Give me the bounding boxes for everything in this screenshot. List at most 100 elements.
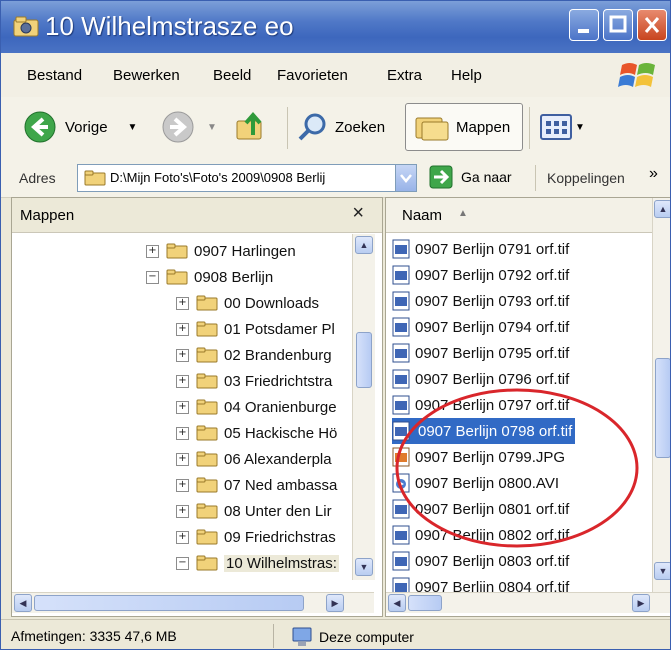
tree-item-label: 02 Brandenburg: [224, 346, 332, 364]
file-row[interactable]: 0907 Berlijn 0796 orf.tif: [392, 366, 569, 392]
links-toolbar[interactable]: Koppelingen: [547, 170, 625, 186]
tree-item[interactable]: +04 Oranienburge: [176, 394, 337, 420]
scroll-down-icon[interactable]: ▼: [355, 558, 373, 576]
folders-pane-title: Mappen: [20, 207, 75, 224]
expand-icon[interactable]: +: [176, 322, 189, 336]
scroll-left-icon[interactable]: ◀: [388, 594, 406, 612]
expand-icon[interactable]: +: [176, 452, 189, 466]
back-arrow-icon: [24, 111, 56, 143]
folder-icon: [196, 373, 218, 389]
maximize-button[interactable]: [603, 9, 633, 41]
tree-item[interactable]: +07 Ned ambassa: [176, 472, 337, 498]
file-row[interactable]: 0907 Berlijn 0797 orf.tif: [392, 392, 569, 418]
file-row[interactable]: 0907 Berlijn 0792 orf.tif: [392, 262, 569, 288]
tree-item[interactable]: − 0908 Berlijn: [146, 264, 273, 290]
collapse-icon[interactable]: −: [146, 270, 159, 284]
expand-icon[interactable]: +: [176, 504, 189, 518]
expand-icon[interactable]: +: [176, 374, 189, 388]
back-dropdown-icon[interactable]: ▼: [128, 122, 138, 133]
tree-item[interactable]: +05 Hackische Hö: [176, 420, 337, 446]
scroll-up-icon[interactable]: ▲: [654, 200, 670, 218]
scroll-thumb[interactable]: [655, 358, 670, 458]
menu-favorieten[interactable]: Favorieten: [277, 67, 348, 84]
folders-vertical-scrollbar[interactable]: ▲ ▼: [352, 234, 375, 580]
status-separator: [273, 624, 274, 648]
address-input[interactable]: D:\Mijn Foto's\Foto's 2009\0908 Berlij: [77, 164, 417, 192]
forward-button[interactable]: ▼: [161, 103, 217, 151]
files-vertical-scrollbar[interactable]: ▲ ▼: [652, 198, 670, 592]
tif-file-icon: [392, 499, 415, 519]
file-name: 0907 Berlijn 0792 orf.tif: [415, 266, 570, 284]
view-button[interactable]: ▼: [539, 103, 585, 151]
more-chevron-icon[interactable]: »: [649, 165, 658, 183]
tree-item-label: 09 Friedrichstras: [224, 528, 336, 546]
window-title: 10 Wilhelmstrasze eo: [45, 11, 294, 41]
scroll-thumb[interactable]: [356, 332, 372, 388]
menu-bewerken[interactable]: Bewerken: [113, 67, 180, 84]
scroll-up-icon[interactable]: ▲: [355, 236, 373, 254]
file-row[interactable]: 0907 Berlijn 0791 orf.tif: [392, 236, 569, 262]
collapse-icon[interactable]: −: [176, 556, 189, 570]
scroll-thumb[interactable]: [34, 595, 304, 611]
expand-icon[interactable]: +: [176, 400, 189, 414]
close-window-button[interactable]: [637, 9, 667, 41]
scroll-thumb[interactable]: [408, 595, 442, 611]
scroll-right-icon[interactable]: ▶: [326, 594, 344, 612]
address-bar: Adres D:\Mijn Foto's\Foto's 2009\0908 Be…: [1, 159, 670, 198]
tree-item[interactable]: +00 Downloads: [176, 290, 319, 316]
menu-extra[interactable]: Extra: [387, 67, 422, 84]
search-button[interactable]: Zoeken: [297, 103, 385, 151]
tree-item[interactable]: +09 Friedrichstras: [176, 524, 336, 550]
file-row[interactable]: 0907 Berlijn 0801 orf.tif: [392, 496, 569, 522]
back-button[interactable]: Vorige ▼: [23, 103, 137, 151]
go-button[interactable]: Ga naar: [429, 165, 512, 189]
tree-item[interactable]: +01 Potsdamer Pl: [176, 316, 335, 342]
file-row[interactable]: 0907 Berlijn 0794 orf.tif: [392, 314, 569, 340]
menu-beeld[interactable]: Beeld: [213, 67, 251, 84]
tree-item[interactable]: +08 Unter den Lir: [176, 498, 332, 524]
folders-label: Mappen: [456, 118, 511, 136]
files-horizontal-scrollbar[interactable]: ◀ ▶: [386, 592, 670, 613]
expand-icon[interactable]: +: [176, 296, 189, 310]
tree-item[interactable]: +02 Brandenburg: [176, 342, 332, 368]
folder-icon: [196, 321, 218, 337]
address-dropdown-button[interactable]: [395, 165, 416, 191]
menu-help[interactable]: Help: [451, 67, 482, 84]
tree-item[interactable]: +06 Alexanderpla: [176, 446, 332, 472]
file-row[interactable]: 0907 Berlijn 0799.JPG: [392, 444, 565, 470]
file-row[interactable]: 0907 Berlijn 0800.AVI: [392, 470, 559, 496]
file-row[interactable]: 0907 Berlijn 0803 orf.tif: [392, 548, 569, 574]
forward-dropdown-icon[interactable]: ▼: [207, 122, 217, 133]
close-pane-icon[interactable]: ×: [352, 202, 364, 225]
file-row[interactable]: 0907 Berlijn 0802 orf.tif: [392, 522, 569, 548]
scroll-down-icon[interactable]: ▼: [654, 562, 670, 580]
expand-icon[interactable]: +: [176, 426, 189, 440]
file-row-selected[interactable]: 0907 Berlijn 0798 orf.tif: [392, 418, 576, 444]
explorer-window: 10 Wilhelmstrasze eo Bestand Bewerken Be…: [0, 0, 671, 650]
folders-horizontal-scrollbar[interactable]: ◀ ▶: [12, 592, 374, 613]
title-bar[interactable]: 10 Wilhelmstrasze eo: [1, 1, 670, 53]
file-name: 0907 Berlijn 0797 orf.tif: [415, 396, 570, 414]
file-row[interactable]: 0907 Berlijn 0793 orf.tif: [392, 288, 569, 314]
expand-icon[interactable]: +: [176, 530, 189, 544]
status-bar: Afmetingen: 3335 47,6 MB Deze computer: [1, 619, 670, 649]
tree-item-label: 03 Friedrichtstra: [224, 372, 333, 390]
tree-item-current[interactable]: − 10 Wilhelmstras:: [176, 550, 339, 576]
tree-item[interactable]: +0907 Harlingen: [146, 238, 296, 264]
expand-icon[interactable]: +: [176, 478, 189, 492]
folders-button[interactable]: Mappen: [405, 103, 523, 151]
scroll-right-icon[interactable]: ▶: [632, 594, 650, 612]
file-row[interactable]: 0907 Berlijn 0795 orf.tif: [392, 340, 569, 366]
expand-icon[interactable]: +: [146, 244, 159, 258]
minimize-button[interactable]: [569, 9, 599, 41]
column-header-name[interactable]: Naam ▲: [386, 198, 656, 233]
menu-bestand[interactable]: Bestand: [27, 67, 82, 84]
scroll-left-icon[interactable]: ◀: [14, 594, 32, 612]
tree-item[interactable]: +03 Friedrichtstra: [176, 368, 332, 394]
expand-icon[interactable]: +: [176, 348, 189, 362]
view-dropdown-icon[interactable]: ▼: [575, 122, 585, 133]
file-list-pane: Naam ▲ 0907 Berlijn 0791 orf.tif 0907 Ber…: [385, 197, 670, 617]
go-label: Ga naar: [461, 169, 512, 185]
tree-item-label: 04 Oranienburge: [224, 398, 337, 416]
up-folder-button[interactable]: [233, 103, 269, 151]
